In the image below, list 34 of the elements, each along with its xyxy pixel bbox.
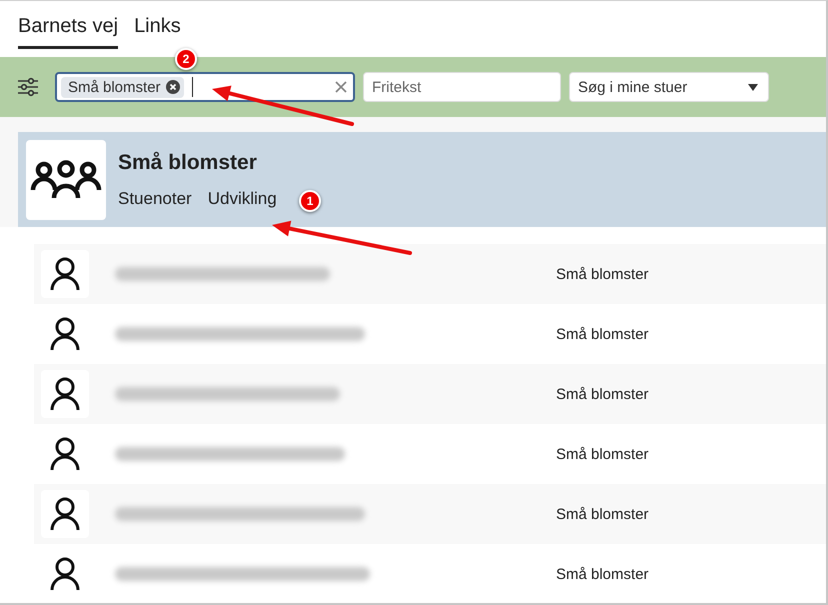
child-row[interactable]: Små blomster bbox=[34, 484, 826, 544]
room-name: Små blomster bbox=[556, 386, 649, 402]
person-icon bbox=[50, 377, 80, 411]
tag-input-field[interactable]: Små blomster bbox=[55, 72, 355, 102]
group-link[interactable]: Stuenoter bbox=[118, 188, 192, 208]
room-name: Små blomster bbox=[556, 566, 649, 582]
caret-icon bbox=[748, 84, 758, 90]
child-row[interactable]: Små blomster bbox=[34, 544, 826, 603]
child-row[interactable]: Små blomster bbox=[34, 424, 826, 484]
room-name: Små blomster bbox=[556, 506, 649, 522]
scope-dropdown[interactable]: Søg i mine stuer bbox=[569, 72, 769, 102]
child-row[interactable]: Små blomster bbox=[34, 244, 826, 304]
group-link[interactable]: Udvikling bbox=[208, 188, 277, 208]
step-badge: 2 bbox=[175, 48, 197, 70]
group-title: Små blomster bbox=[118, 150, 258, 174]
child-row[interactable]: Små blomster bbox=[34, 304, 826, 364]
remove-icon[interactable] bbox=[166, 80, 180, 94]
sliders-icon[interactable] bbox=[17, 76, 39, 98]
child-row[interactable]: Små blomster bbox=[34, 364, 826, 424]
tab[interactable]: Links bbox=[134, 15, 181, 49]
text-cursor bbox=[192, 77, 193, 97]
close-icon[interactable] bbox=[335, 81, 347, 93]
room-name: Små blomster bbox=[556, 446, 649, 462]
room-name: Små blomster bbox=[556, 326, 649, 342]
person-icon bbox=[50, 317, 80, 351]
person-icon bbox=[50, 437, 80, 471]
group-icon bbox=[30, 160, 102, 200]
room-name: Små blomster bbox=[556, 266, 649, 282]
search-field[interactable]: Fritekst bbox=[363, 72, 561, 102]
person-icon bbox=[50, 557, 80, 591]
tab[interactable]: Barnets vej bbox=[18, 15, 118, 49]
filter-chip[interactable]: Små blomster bbox=[61, 76, 184, 98]
person-icon bbox=[50, 497, 80, 531]
person-icon bbox=[50, 257, 80, 291]
